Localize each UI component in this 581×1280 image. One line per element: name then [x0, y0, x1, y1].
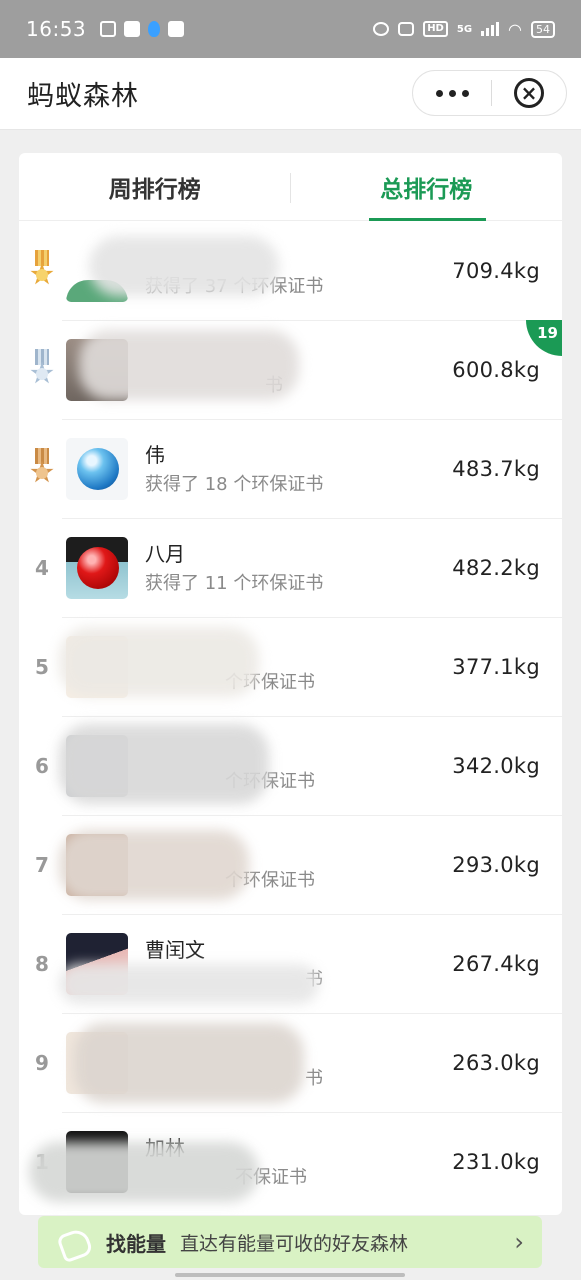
more-icon: [461, 89, 469, 97]
energy-weight: 377.1kg: [452, 654, 540, 679]
privacy-blur: [74, 1023, 304, 1103]
wifi-icon: ◠: [508, 19, 522, 39]
privacy-blur: [59, 627, 259, 697]
privacy-blur: [79, 330, 299, 400]
energy-weight: 263.0kg: [452, 1050, 540, 1075]
bronze-medal-icon: [28, 447, 56, 490]
status-bar: 16:53 HD 5G ◠ 54: [0, 0, 581, 58]
privacy-blur: [59, 964, 319, 1004]
signal-icon: [481, 22, 500, 36]
more-icon: [435, 89, 443, 97]
row-info: 伟 获得了 18 个环保证书: [145, 442, 452, 496]
gold-medal-icon: [28, 249, 56, 292]
leaderboard-row[interactable]: 7 个环保证书 293.0kg: [19, 815, 562, 914]
more-button[interactable]: [413, 71, 491, 115]
certificate-count: 获得了 18 个环保证书: [145, 473, 324, 495]
user-name: 曹闰文: [145, 937, 205, 962]
rank-number: 8: [35, 951, 49, 976]
user-name: 伟: [145, 442, 165, 467]
privacy-blur: [29, 1142, 259, 1202]
energy-weight: 482.2kg: [452, 555, 540, 580]
silver-medal-icon: [28, 348, 56, 391]
row-info: 八月 获得了 11 个环保证书: [145, 541, 452, 595]
privacy-blur: [89, 236, 279, 296]
leaderboard-row[interactable]: 6 个环保证书 342.0kg: [19, 716, 562, 815]
leaderboard-card: 周排行榜 总排行榜 获得了 37 个环保证书 709.4kg 书 600.8kg…: [19, 153, 562, 1215]
user-name: 八月: [145, 541, 185, 566]
capsule-menu: ×: [412, 70, 567, 116]
rank-cell: [19, 447, 65, 490]
certificate-count: 个环保证书: [225, 869, 315, 891]
leaderboard-row[interactable]: 5 个环保证书 377.1kg: [19, 617, 562, 716]
more-icon: [448, 89, 456, 97]
home-indicator[interactable]: [175, 1273, 405, 1277]
system-status-icons: HD 5G ◠ 54: [373, 20, 555, 39]
battery-icon: 54: [531, 20, 555, 38]
certificate-count: 获得了 11 个环保证书: [145, 572, 324, 594]
tab-weekly[interactable]: 周排行榜: [19, 153, 291, 220]
privacy-blur: [59, 830, 249, 900]
leaderboard-row[interactable]: 1 加林 不保证书 231.0kg: [19, 1112, 562, 1211]
banner-title: 找能量: [106, 1231, 166, 1256]
energy-weight: 483.7kg: [452, 456, 540, 481]
energy-weight: 342.0kg: [452, 753, 540, 778]
avatar[interactable]: [66, 437, 128, 500]
find-energy-banner[interactable]: 找能量 直达有能量可收的好友森林 ›: [38, 1216, 542, 1268]
network-type: 5G: [456, 23, 473, 35]
leaderboard-row[interactable]: 获得了 37 个环保证书 709.4kg: [19, 221, 562, 320]
page-title: 蚂蚁森林: [27, 81, 139, 112]
energy-weight: 600.8kg: [452, 357, 540, 382]
leaderboard-row[interactable]: 8 曹闰文 书 267.4kg: [19, 914, 562, 1013]
blue-ball-image: [77, 447, 119, 490]
mini-program-header: 蚂蚁森林 ×: [0, 58, 581, 130]
banner-description: 直达有能量可收的好友森林: [180, 1232, 409, 1255]
privacy-blur: [59, 724, 269, 804]
close-button[interactable]: ×: [492, 78, 566, 108]
rank-cell: [19, 249, 65, 292]
rank-cell: [19, 348, 65, 391]
status-time: 16:53: [26, 17, 87, 41]
app-notification-icon: [100, 21, 117, 37]
qq-icon: [148, 21, 161, 37]
close-icon: ×: [514, 78, 544, 108]
avatar[interactable]: [66, 536, 128, 599]
alarm-icon: [373, 22, 390, 36]
rank-number: 9: [35, 1050, 49, 1075]
tab-divider: [290, 173, 291, 203]
notification-icons: [100, 21, 185, 37]
app-notification-icon: [124, 21, 141, 37]
rank-number: 4: [35, 555, 49, 580]
hd-icon: HD: [423, 21, 448, 37]
leaderboard-row[interactable]: 书 600.8kg 19: [19, 320, 562, 419]
leaderboard-tabs: 周排行榜 总排行榜: [19, 153, 562, 221]
leaderboard-row[interactable]: 9 书 263.0kg: [19, 1013, 562, 1112]
leaderboard-row[interactable]: 伟 获得了 18 个环保证书 483.7kg: [19, 419, 562, 518]
hand-icon: [56, 1225, 92, 1259]
vibrate-icon: [398, 22, 415, 36]
energy-weight: 267.4kg: [452, 951, 540, 976]
chevron-right-icon: ›: [514, 1228, 524, 1256]
user-name: [225, 838, 452, 864]
certificate-count: 个环保证书: [225, 671, 315, 693]
rank-change-badge: 19: [526, 320, 562, 356]
leaderboard-row[interactable]: 4 八月 获得了 11 个环保证书 482.2kg: [19, 518, 562, 617]
user-name: [225, 640, 452, 666]
red-ball-image: [77, 546, 119, 589]
energy-weight: 709.4kg: [452, 258, 540, 283]
energy-weight: 231.0kg: [452, 1149, 540, 1174]
tiktok-icon: [168, 21, 185, 37]
energy-weight: 293.0kg: [452, 852, 540, 877]
tab-total[interactable]: 总排行榜: [291, 153, 563, 220]
